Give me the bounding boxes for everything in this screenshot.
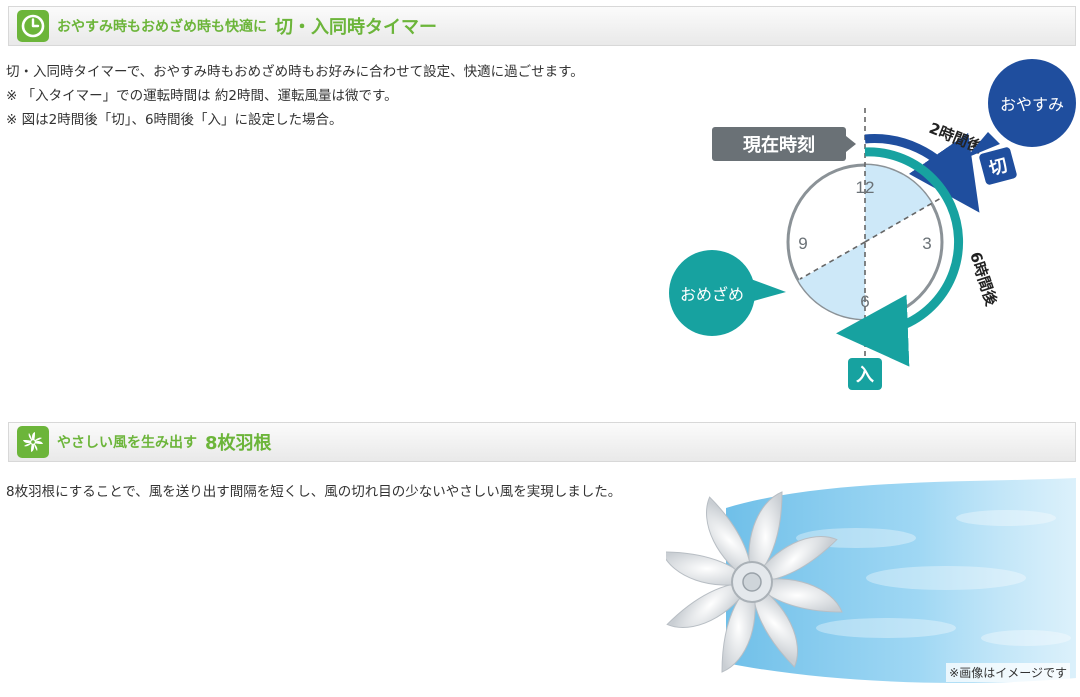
blade-heading-small: やさしい風を生み出す [57, 435, 197, 451]
clock-number-6: 6 [860, 292, 869, 311]
timer-heading-large: 切・入同時タイマー [275, 17, 437, 38]
clock-number-12: 12 [856, 178, 875, 197]
clock-number-9: 9 [798, 234, 807, 253]
svg-text:おめざめ: おめざめ [680, 285, 744, 304]
current-time-label: 現在時刻 [712, 127, 856, 161]
timer-diagram: 12 3 6 9 現在時刻 2時間後 6時間後 切 入 おやすみ おめざめ [669, 59, 1076, 390]
timer-note-2: ※ 図は2時間後「切」、6時間後「入」に設定した場合。 [6, 112, 343, 128]
clock-number-3: 3 [922, 234, 931, 253]
fan-icon [17, 426, 49, 458]
svg-text:入: 入 [856, 365, 874, 386]
blade-description: 8枚羽根にすることで、風を送り出す間隔を短くし、風の切れ目の少ないやさしい風を実… [6, 484, 622, 500]
timer-description: 切・入同時タイマーで、おやすみ時もおめざめ時もお好みに合わせて設定、快適に過ごせ… [6, 64, 584, 80]
timer-note-1: ※ 「入タイマー」での運転時間は 約2時間、運転風量は微です。 [6, 88, 398, 104]
timer-heading-small: おやすみ時もおめざめ時も快適に [57, 19, 267, 35]
svg-text:現在時刻: 現在時刻 [743, 134, 815, 156]
after-6h-label: 6時間後 [966, 250, 1001, 309]
fan-illustration [661, 478, 1076, 683]
blade-description-block: 8枚羽根にすることで、風を送り出す間隔を短くし、風の切れ目の少ないやさしい風を実… [6, 480, 656, 504]
timer-section-header: おやすみ時もおめざめ時も快適に 切・入同時タイマー [8, 6, 1076, 46]
fan-wind-image: ※画像はイメージです [661, 478, 1076, 688]
image-caption: ※画像はイメージです [946, 663, 1070, 682]
on-badge: 入 [848, 358, 882, 390]
oyasumi-bubble: おやすみ [966, 59, 1076, 158]
timer-description-block: 切・入同時タイマーで、おやすみ時もおめざめ時もお好みに合わせて設定、快適に過ごせ… [6, 60, 656, 132]
svg-text:おやすみ: おやすみ [1000, 95, 1064, 114]
blade-section-header: やさしい風を生み出す 8枚羽根 [8, 422, 1076, 462]
blade-heading-large: 8枚羽根 [205, 433, 272, 454]
clock-icon [17, 10, 49, 42]
off-badge: 切 [979, 147, 1017, 185]
omezame-bubble: おめざめ [669, 250, 786, 336]
